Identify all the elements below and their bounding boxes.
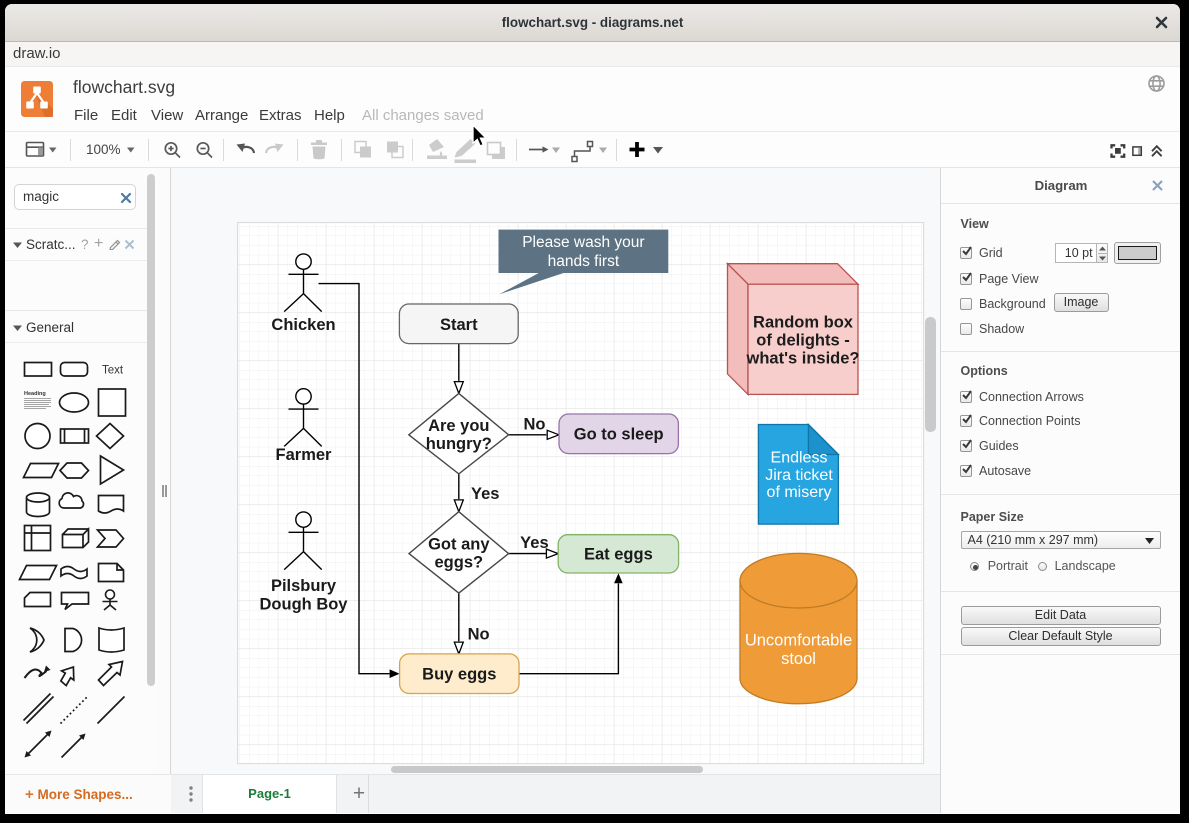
svg-text:No: No <box>468 626 490 644</box>
svg-text:hands first: hands first <box>548 253 620 270</box>
svg-text:Text: Text <box>102 365 124 377</box>
svg-text:Got any: Got any <box>428 536 490 554</box>
svg-text:Heading: Heading <box>24 391 46 397</box>
svg-text:Endless: Endless <box>771 450 828 467</box>
svg-text:Please wash your: Please wash your <box>522 234 644 251</box>
svg-text:Are you: Are you <box>428 417 489 435</box>
svg-text:Pilsbury: Pilsbury <box>271 577 337 595</box>
svg-text:Go to sleep: Go to sleep <box>574 426 664 444</box>
svg-text:Yes: Yes <box>471 485 499 503</box>
svg-text:Chicken: Chicken <box>271 316 335 334</box>
svg-text:of misery: of misery <box>767 484 832 501</box>
svg-text:stool: stool <box>781 650 816 668</box>
svg-text:100%: 100% <box>86 142 121 157</box>
svg-text:Start: Start <box>440 316 478 334</box>
svg-text:Random box: Random box <box>753 314 854 332</box>
svg-text:Eat eggs: Eat eggs <box>584 546 653 564</box>
svg-text:of delights -: of delights - <box>756 332 850 350</box>
svg-text:Uncomfortable: Uncomfortable <box>745 632 852 650</box>
svg-text:Farmer: Farmer <box>276 446 333 464</box>
svg-text:hungry?: hungry? <box>426 435 492 453</box>
svg-text:Jira ticket: Jira ticket <box>765 467 833 484</box>
svg-text:eggs?: eggs? <box>435 554 484 572</box>
svg-text:Buy eggs: Buy eggs <box>422 666 496 684</box>
svg-text:Yes: Yes <box>520 534 548 552</box>
svg-text:Dough Boy: Dough Boy <box>260 596 349 614</box>
svg-text:what's inside?: what's inside? <box>745 350 859 368</box>
svg-text:No: No <box>524 416 546 434</box>
